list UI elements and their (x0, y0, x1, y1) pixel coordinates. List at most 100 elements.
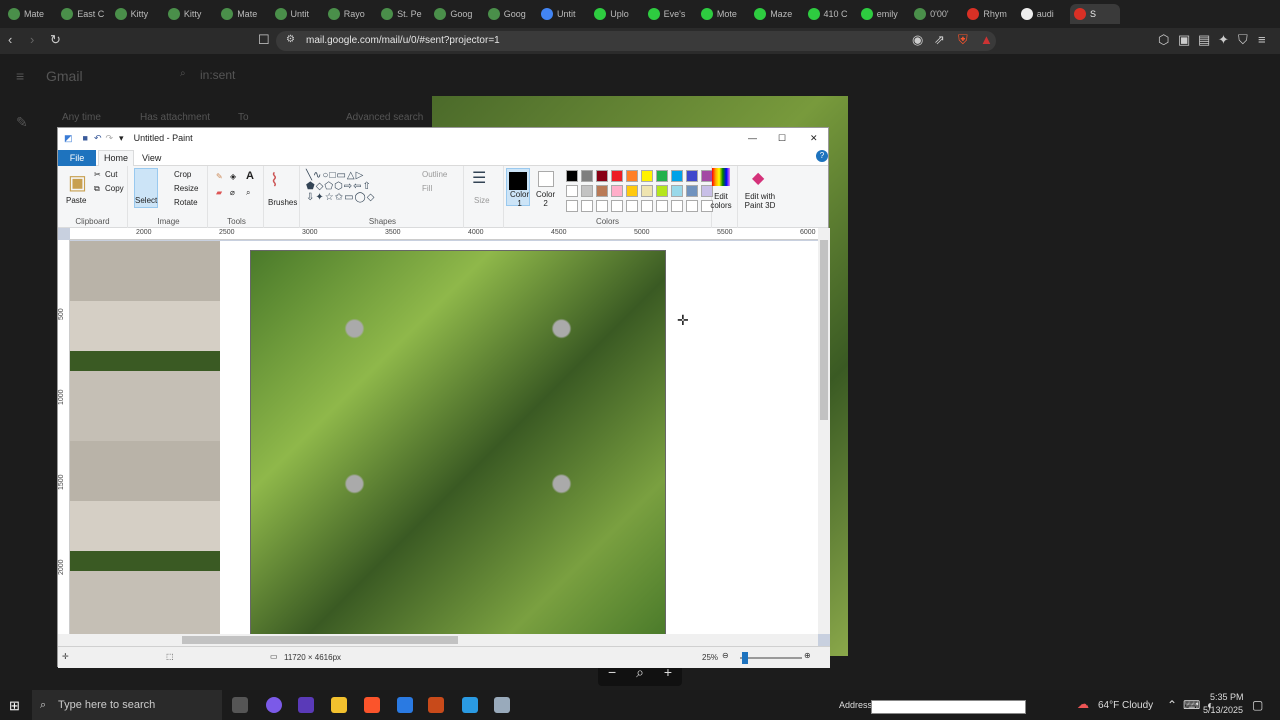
copy-button[interactable]: Copy (105, 184, 124, 193)
palette-swatch[interactable] (596, 200, 608, 212)
app-blue-icon[interactable] (397, 697, 413, 713)
palette-swatch[interactable] (581, 200, 593, 212)
browser-tab[interactable]: Eve's (644, 4, 694, 24)
eye-off-icon[interactable]: ◉ (912, 33, 923, 47)
browser-tab[interactable]: Untit (271, 4, 321, 24)
palette-swatch[interactable] (566, 200, 578, 212)
browser-tab[interactable]: Goog (484, 4, 534, 24)
app-icon[interactable] (298, 697, 314, 713)
palette-swatch[interactable] (581, 185, 593, 197)
fill-icon[interactable]: ◈ (230, 172, 236, 181)
palette-swatch[interactable] (641, 170, 653, 182)
palette-swatch[interactable] (686, 200, 698, 212)
palette-swatch[interactable] (656, 185, 668, 197)
menu-icon[interactable]: ≡ (1258, 33, 1266, 47)
palette-swatch[interactable] (611, 200, 623, 212)
brave-icon[interactable] (364, 697, 380, 713)
tray-chevron-icon[interactable]: ⌃ (1167, 698, 1177, 712)
vertical-scrollbar[interactable] (818, 228, 830, 634)
tab-home[interactable]: Home (98, 150, 134, 166)
taskbar-search[interactable]: ⌕ Type here to search (32, 690, 222, 720)
paint3d-icon[interactable]: ◆ (752, 168, 764, 188)
address-bar[interactable]: mail.google.com/mail/u/0/#sent?projector… (276, 31, 996, 51)
paste-button[interactable]: Paste (66, 196, 86, 205)
fill-button[interactable]: Fill (422, 184, 432, 193)
browser-tab[interactable]: Rhym (963, 4, 1013, 24)
sidebar-icon[interactable]: ▣ (1178, 33, 1190, 47)
leo-icon[interactable]: ✦ (1218, 33, 1229, 47)
canvas-image[interactable] (250, 250, 666, 640)
browser-tab[interactable]: Rayo (324, 4, 374, 24)
site-info-icon[interactable]: ⚙ (286, 33, 295, 47)
zoom-slider[interactable] (740, 657, 802, 659)
edit-colors-icon[interactable] (712, 168, 730, 186)
task-view-icon[interactable] (232, 697, 248, 713)
browser-tab[interactable]: audi (1017, 4, 1067, 24)
browser-tab[interactable]: Mate (217, 4, 267, 24)
palette-swatch[interactable] (656, 200, 668, 212)
file-explorer-icon[interactable] (331, 697, 347, 713)
outline-button[interactable]: Outline (422, 170, 447, 179)
clock-date[interactable]: 5/13/2025 (1203, 705, 1243, 715)
back-icon[interactable]: ‹ (8, 33, 12, 47)
app-window-icon[interactable] (462, 697, 478, 713)
browser-tab[interactable]: Kitty (111, 4, 161, 24)
paste-icon[interactable]: ▣ (68, 170, 87, 195)
browser-tab[interactable]: Goog (430, 4, 480, 24)
palette-swatch[interactable] (671, 170, 683, 182)
edit-with-paint3d-button[interactable]: Edit with Paint 3D (738, 192, 782, 210)
paint-taskbar-icon[interactable] (494, 697, 510, 713)
clock-time[interactable]: 5:35 PM (1210, 692, 1244, 702)
wallet-icon[interactable]: ▤ (1198, 33, 1210, 47)
palette-swatch[interactable] (626, 170, 638, 182)
brush-icon[interactable]: ⌇ (270, 170, 279, 191)
brave-shield-icon[interactable]: ⛨ (958, 33, 968, 47)
keyboard-icon[interactable]: ⌨ (1183, 698, 1200, 712)
browser-tab[interactable]: 410 C (804, 4, 854, 24)
maximize-icon[interactable]: ☐ (778, 133, 786, 144)
zoom-in-button[interactable]: ⊕ (804, 651, 811, 660)
game-icon[interactable] (428, 697, 444, 713)
redo-icon[interactable]: ↷ (106, 133, 114, 144)
tab-view[interactable]: View (142, 150, 161, 166)
minimize-icon[interactable]: — (748, 133, 757, 143)
palette-swatch[interactable] (626, 185, 638, 197)
reload-icon[interactable]: ↻ (50, 33, 61, 47)
notification-icon[interactable]: ▢ (1252, 698, 1263, 712)
browser-tab[interactable]: Untit (537, 4, 587, 24)
undo-icon[interactable]: ↶ (94, 133, 102, 144)
palette-swatch[interactable] (641, 185, 653, 197)
palette-swatch[interactable] (596, 185, 608, 197)
browser-tab[interactable]: Mate (4, 4, 54, 24)
palette-swatch[interactable] (686, 170, 698, 182)
text-icon[interactable]: A (246, 170, 254, 182)
help-icon[interactable]: ? (816, 150, 828, 162)
eraser-icon[interactable]: ▰ (216, 188, 222, 197)
horizontal-scrollbar[interactable] (58, 634, 818, 646)
browser-tab[interactable]: Mote (697, 4, 747, 24)
browser-tab[interactable]: East C (57, 4, 107, 24)
size-button[interactable]: Size (474, 196, 490, 205)
share-icon[interactable]: ⇗ (934, 33, 945, 47)
browser-tab[interactable]: St. Pe (377, 4, 427, 24)
color2-swatch[interactable] (538, 171, 554, 187)
palette-swatch[interactable] (656, 170, 668, 182)
address-toolbar-input[interactable] (871, 700, 1026, 714)
cut-button[interactable]: Cut (105, 170, 117, 179)
zoom-out-button[interactable]: ⊖ (722, 651, 729, 660)
pencil-icon[interactable]: ✎ (216, 172, 223, 181)
palette-swatch[interactable] (671, 185, 683, 197)
close-icon[interactable]: ✕ (810, 133, 818, 144)
extensions-icon[interactable]: ⬡ (1158, 33, 1169, 47)
palette-swatch[interactable] (641, 200, 653, 212)
browser-tab[interactable]: Uplo (590, 4, 640, 24)
copy-icon[interactable]: ⧉ (94, 184, 100, 194)
browser-tab[interactable]: S (1070, 4, 1120, 24)
rotate-button[interactable]: Rotate (174, 198, 198, 207)
palette-swatch[interactable] (671, 200, 683, 212)
browser-tab[interactable]: emily (857, 4, 907, 24)
vpn-icon[interactable]: ⛉ (1238, 33, 1248, 47)
resize-button[interactable]: Resize (174, 184, 198, 193)
windows-start-icon[interactable]: ⊞ (9, 698, 20, 714)
forward-icon[interactable]: › (30, 33, 34, 47)
